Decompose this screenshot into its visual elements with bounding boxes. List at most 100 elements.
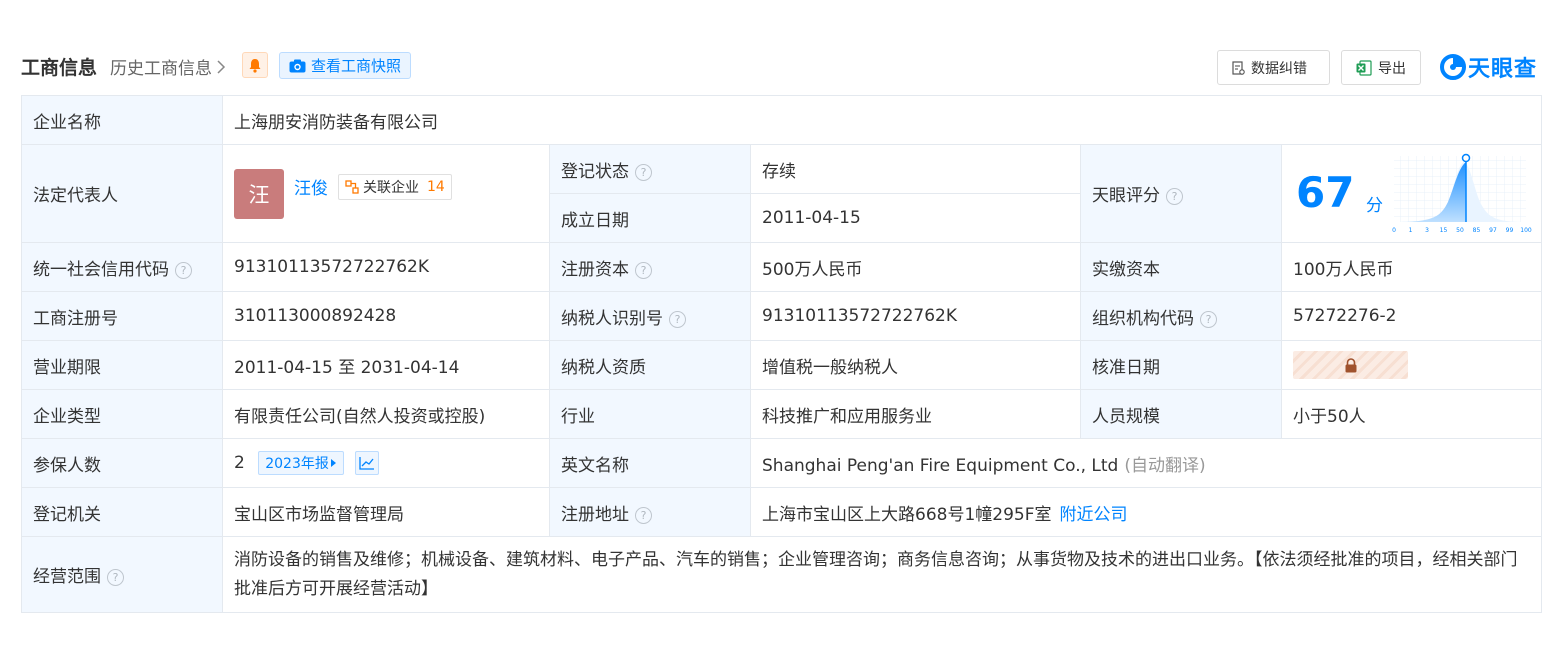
annual-report-selector[interactable]: 2023年报 [258,451,344,475]
reg-capital-label-cell: 注册资本? [549,242,751,292]
insured-count: 2 [234,453,245,473]
bell-icon [249,58,261,73]
excel-icon [1356,59,1372,76]
reg-address-label-cell: 注册地址? [549,487,751,537]
related-companies-badge[interactable]: 关联企业 14 [338,173,452,200]
help-icon[interactable]: ? [1200,310,1217,328]
staff-size-label: 人员规模 [1080,389,1282,439]
reg-address-cell: 上海市宝山区上大路668号1幢295F室 附近公司 [749,487,1543,537]
taxpayer-qual-label: 纳税人资质 [549,340,751,390]
help-icon[interactable]: ? [175,261,192,279]
avatar[interactable]: 汪 [234,168,284,219]
table-row: 登记机关 宝山区市场监督管理局 注册地址? 上海市宝山区上大路668号1幢295… [21,487,1543,537]
score-label: 天眼评分 [1092,186,1160,206]
caret-right-icon [330,459,336,467]
table-row: 经营范围? 消防设备的销售及维修；机械设备、建筑材料、电子产品、汽车的销售；企业… [21,536,1543,613]
export-button[interactable]: 导出 [1341,50,1421,85]
related-companies-count: 14 [427,178,445,195]
taxpayer-qual-value: 增值税一般纳税人 [750,340,1081,390]
credit-code-label-cell: 统一社会信用代码? [21,242,223,292]
table-row: 工商注册号 310113000892428 纳税人识别号? 9131011357… [21,291,1543,341]
score-label-cell: 天眼评分? [1080,144,1282,243]
tianyancha-logo-icon [1440,54,1466,80]
company-name-label: 企业名称 [21,95,223,145]
credit-code-value: 91310113572722762K [222,242,550,292]
camera-icon [289,59,306,72]
score-marker-dot [1461,153,1471,162]
score-value: 67 [1296,167,1355,217]
english-name-cell: Shanghai Peng'an Fire Equipment Co., Ltd… [749,438,1543,488]
approval-date-label: 核准日期 [1080,340,1282,390]
annual-report-label: 2023年报 [265,456,329,472]
business-scope-label: 经营范围 [33,567,101,587]
industry-value: 科技推广和应用服务业 [750,389,1081,439]
table-row: 企业名称 上海朋安消防装备有限公司 [21,95,1543,145]
data-correction-label: 数据纠错 [1251,60,1307,77]
paid-capital-label: 实缴资本 [1080,242,1282,292]
company-type-value: 有限责任公司(自然人投资或控股) [222,389,550,439]
help-icon[interactable]: ? [635,163,652,181]
history-link[interactable]: 历史工商信息 [110,54,226,79]
reg-capital-label: 注册资本 [561,259,629,280]
reg-address-value: 上海市宝山区上大路668号1幢295F室 [762,504,1052,525]
reg-status-label-cell: 登记状态? [549,144,751,194]
section-title: 工商信息 [21,57,98,79]
business-scope-value: 消防设备的销售及维修；机械设备、建筑材料、电子产品、汽车的销售；企业管理咨询；商… [221,536,1543,613]
table-row: 法定代表人 汪 汪俊 关联企业 14 登记状态? 存续 天眼评分? 67 分 0… [21,144,1543,243]
auto-translate-note: (自动翻译) [1124,455,1206,476]
lock-icon [1345,357,1356,372]
trend-chart-button[interactable] [355,451,380,475]
nearby-companies-link[interactable]: 附近公司 [1060,505,1128,525]
legal-rep-name-link[interactable]: 汪俊 [294,174,328,199]
insured-cell: 2 2023年报 [222,438,550,488]
document-edit-icon [1232,60,1245,75]
score-tick-label: 99 [1506,227,1514,234]
score-tick-label: 15 [1440,227,1448,234]
staff-size-value: 小于50人 [1280,389,1543,439]
snapshot-button[interactable]: 查看工商快照 [279,52,412,79]
reg-authority-label: 登记机关 [21,487,223,537]
help-icon[interactable]: ? [635,506,652,524]
score-tick-label: 50 [1456,227,1464,234]
score-tick-label: 97 [1489,227,1497,234]
org-code-label-cell: 组织机构代码? [1080,291,1282,341]
help-icon[interactable]: ? [669,310,686,328]
legal-rep-label: 法定代表人 [21,144,223,243]
business-info-table: 企业名称 上海朋安消防装备有限公司 法定代表人 汪 汪俊 关联企业 14 登记状… [21,95,1543,613]
score-tick-label: 1 [1409,227,1413,234]
help-icon[interactable]: ? [107,569,124,586]
found-date-label: 成立日期 [549,193,751,243]
table-row: 统一社会信用代码? 91310113572722762K 注册资本? 500万人… [21,242,1543,292]
table-row: 参保人数 2 2023年报 英文名称 Shanghai Peng'an Fire… [21,438,1543,488]
business-term-value: 2011-04-15 至 2031-04-14 [222,340,550,390]
company-type-label: 企业类型 [21,389,223,439]
trend-chart-icon [359,457,375,470]
related-companies-icon [345,179,359,194]
help-icon[interactable]: ? [1166,188,1183,205]
industry-label: 行业 [549,389,751,439]
found-date-value: 2011-04-15 [750,193,1081,243]
reg-authority-value: 宝山区市场监督管理局 [222,487,550,537]
score-tick-label: 85 [1473,227,1481,234]
score-tick-label: 100 [1520,227,1532,234]
help-icon[interactable]: ? [635,261,652,279]
section-header: 工商信息 历史工商信息 查看工商快照 数据纠错 导出 天眼查 [21,48,1541,88]
legal-rep-cell: 汪 汪俊 关联企业 14 [222,144,550,243]
business-term-label: 营业期限 [21,340,223,390]
company-name-value: 上海朋安消防装备有限公司 [221,95,1543,145]
table-row: 营业期限 2011-04-15 至 2031-04-14 纳税人资质 增值税一般… [21,340,1543,390]
taxpayer-id-label-cell: 纳税人识别号? [549,291,751,341]
locked-content-bar[interactable] [1293,351,1408,379]
credit-code-label: 统一社会信用代码 [33,259,169,280]
reg-capital-value: 500万人民币 [750,242,1081,292]
taxpayer-id-label: 纳税人识别号 [561,308,663,329]
reg-address-label: 注册地址 [561,504,629,525]
snapshot-button-label: 查看工商快照 [311,57,402,75]
english-name-value: Shanghai Peng'an Fire Equipment Co., Ltd [762,455,1119,476]
org-code-value: 57272276-2 [1280,291,1543,341]
data-correction-button[interactable]: 数据纠错 [1217,50,1330,85]
monitor-bell-button[interactable] [242,52,268,78]
export-label: 导出 [1378,60,1406,77]
reg-number-value: 310113000892428 [222,291,550,341]
score-distribution-chart[interactable]: 0 1 3 15 50 85 97 99 100 [1392,152,1532,238]
